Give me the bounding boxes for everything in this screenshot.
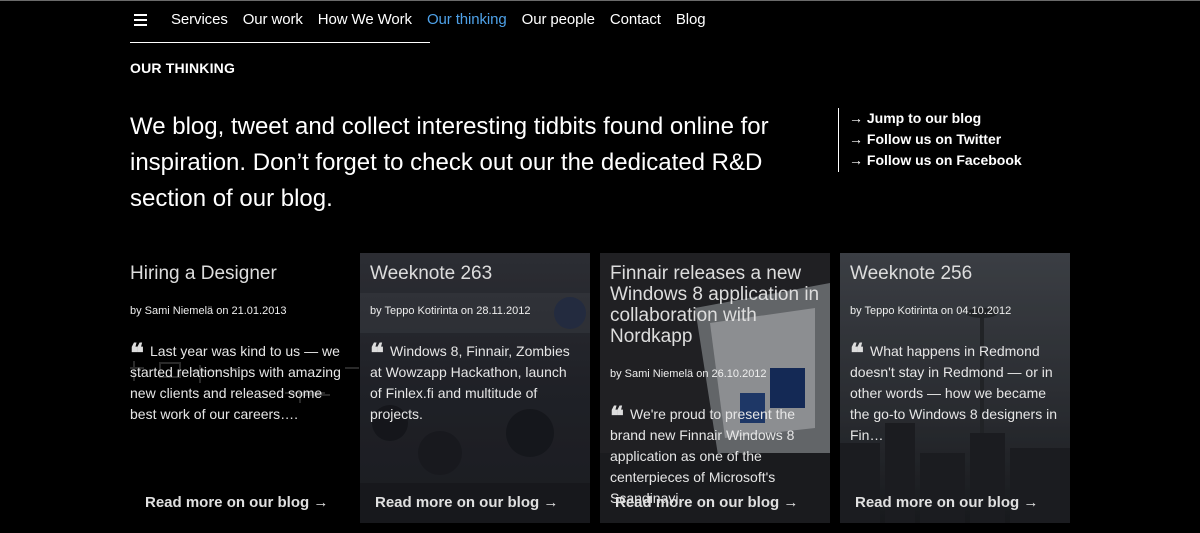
card-meta: by Teppo Kotirinta on 28.11.2012 bbox=[370, 305, 531, 317]
read-more-link[interactable]: Read more on our blog → bbox=[615, 494, 798, 511]
intro-text: We blog, tweet and collect interesting t… bbox=[130, 113, 769, 212]
nav-item-blog[interactable]: Blog bbox=[676, 11, 706, 28]
side-links: → Jump to our blog → Follow us on Twitte… bbox=[838, 108, 1022, 172]
nav-item-services[interactable]: Services bbox=[171, 11, 228, 28]
card-meta: by Sami Niemelä on 21.01.2013 bbox=[130, 305, 287, 317]
card-content: Weeknote 263 by Teppo Kotirinta on 28.11… bbox=[370, 263, 580, 523]
card-excerpt: Windows 8, Finnair, Zombies at Wowzapp H… bbox=[370, 343, 570, 422]
follow-facebook-link[interactable]: → Follow us on Facebook bbox=[849, 150, 1022, 171]
card-quote: ❝ Windows 8, Finnair, Zombies at Wowzapp … bbox=[370, 341, 580, 425]
blog-card[interactable]: Weeknote 263 by Teppo Kotirinta on 28.11… bbox=[360, 253, 590, 523]
card-excerpt: We're proud to present the brand new Fin… bbox=[610, 406, 796, 506]
read-more-link[interactable]: Read more on our blog → bbox=[855, 494, 1038, 511]
read-more-link[interactable]: Read more on our blog → bbox=[145, 494, 328, 511]
jump-to-blog-link[interactable]: → Jump to our blog bbox=[849, 108, 1022, 129]
blog-card[interactable]: Weeknote 256 by Teppo Kotirinta on 04.10… bbox=[840, 253, 1070, 523]
card-quote: ❝ Last year was kind to us — we started r… bbox=[130, 341, 350, 425]
card-excerpt: What happens in Redmond doesn't stay in … bbox=[850, 343, 1057, 443]
blog-card[interactable]: Hiring a Designer by Sami Niemelä on 21.… bbox=[130, 253, 360, 523]
card-content: Weeknote 256 by Teppo Kotirinta on 04.10… bbox=[850, 263, 1060, 523]
nav-underline bbox=[130, 42, 430, 43]
blog-card[interactable]: Finnair releases a new Windows 8 applica… bbox=[600, 253, 830, 523]
card-excerpt: Last year was kind to us — we started re… bbox=[130, 343, 341, 422]
card-title[interactable]: Weeknote 256 bbox=[850, 263, 1060, 284]
nav-item-contact[interactable]: Contact bbox=[610, 11, 661, 28]
hamburger-menu-icon[interactable] bbox=[134, 14, 147, 26]
nav-item-how-we-work[interactable]: How We Work bbox=[318, 11, 412, 28]
card-title[interactable]: Hiring a Designer bbox=[130, 263, 350, 284]
main-nav: Services Our work How We Work Our thinki… bbox=[130, 0, 810, 42]
section-title: OUR THINKING bbox=[130, 60, 236, 76]
read-more-link[interactable]: Read more on our blog → bbox=[375, 494, 558, 511]
follow-twitter-link[interactable]: → Follow us on Twitter bbox=[849, 129, 1022, 150]
nav-item-our-work[interactable]: Our work bbox=[243, 11, 303, 28]
card-quote: ❝ What happens in Redmond doesn't stay in… bbox=[850, 341, 1060, 446]
card-title[interactable]: Finnair releases a new Windows 8 applica… bbox=[610, 263, 820, 347]
card-meta: by Teppo Kotirinta on 04.10.2012 bbox=[850, 305, 1012, 317]
card-title[interactable]: Weeknote 263 bbox=[370, 263, 580, 284]
nav-item-our-thinking[interactable]: Our thinking bbox=[427, 11, 507, 28]
card-meta: by Sami Niemelä on 26.10.2012 bbox=[610, 368, 767, 380]
nav-item-our-people[interactable]: Our people bbox=[522, 11, 595, 28]
card-content: Hiring a Designer by Sami Niemelä on 21.… bbox=[130, 263, 350, 523]
nav-items: Services Our work How We Work Our thinki… bbox=[171, 11, 721, 28]
card-content: Finnair releases a new Windows 8 applica… bbox=[610, 263, 820, 523]
